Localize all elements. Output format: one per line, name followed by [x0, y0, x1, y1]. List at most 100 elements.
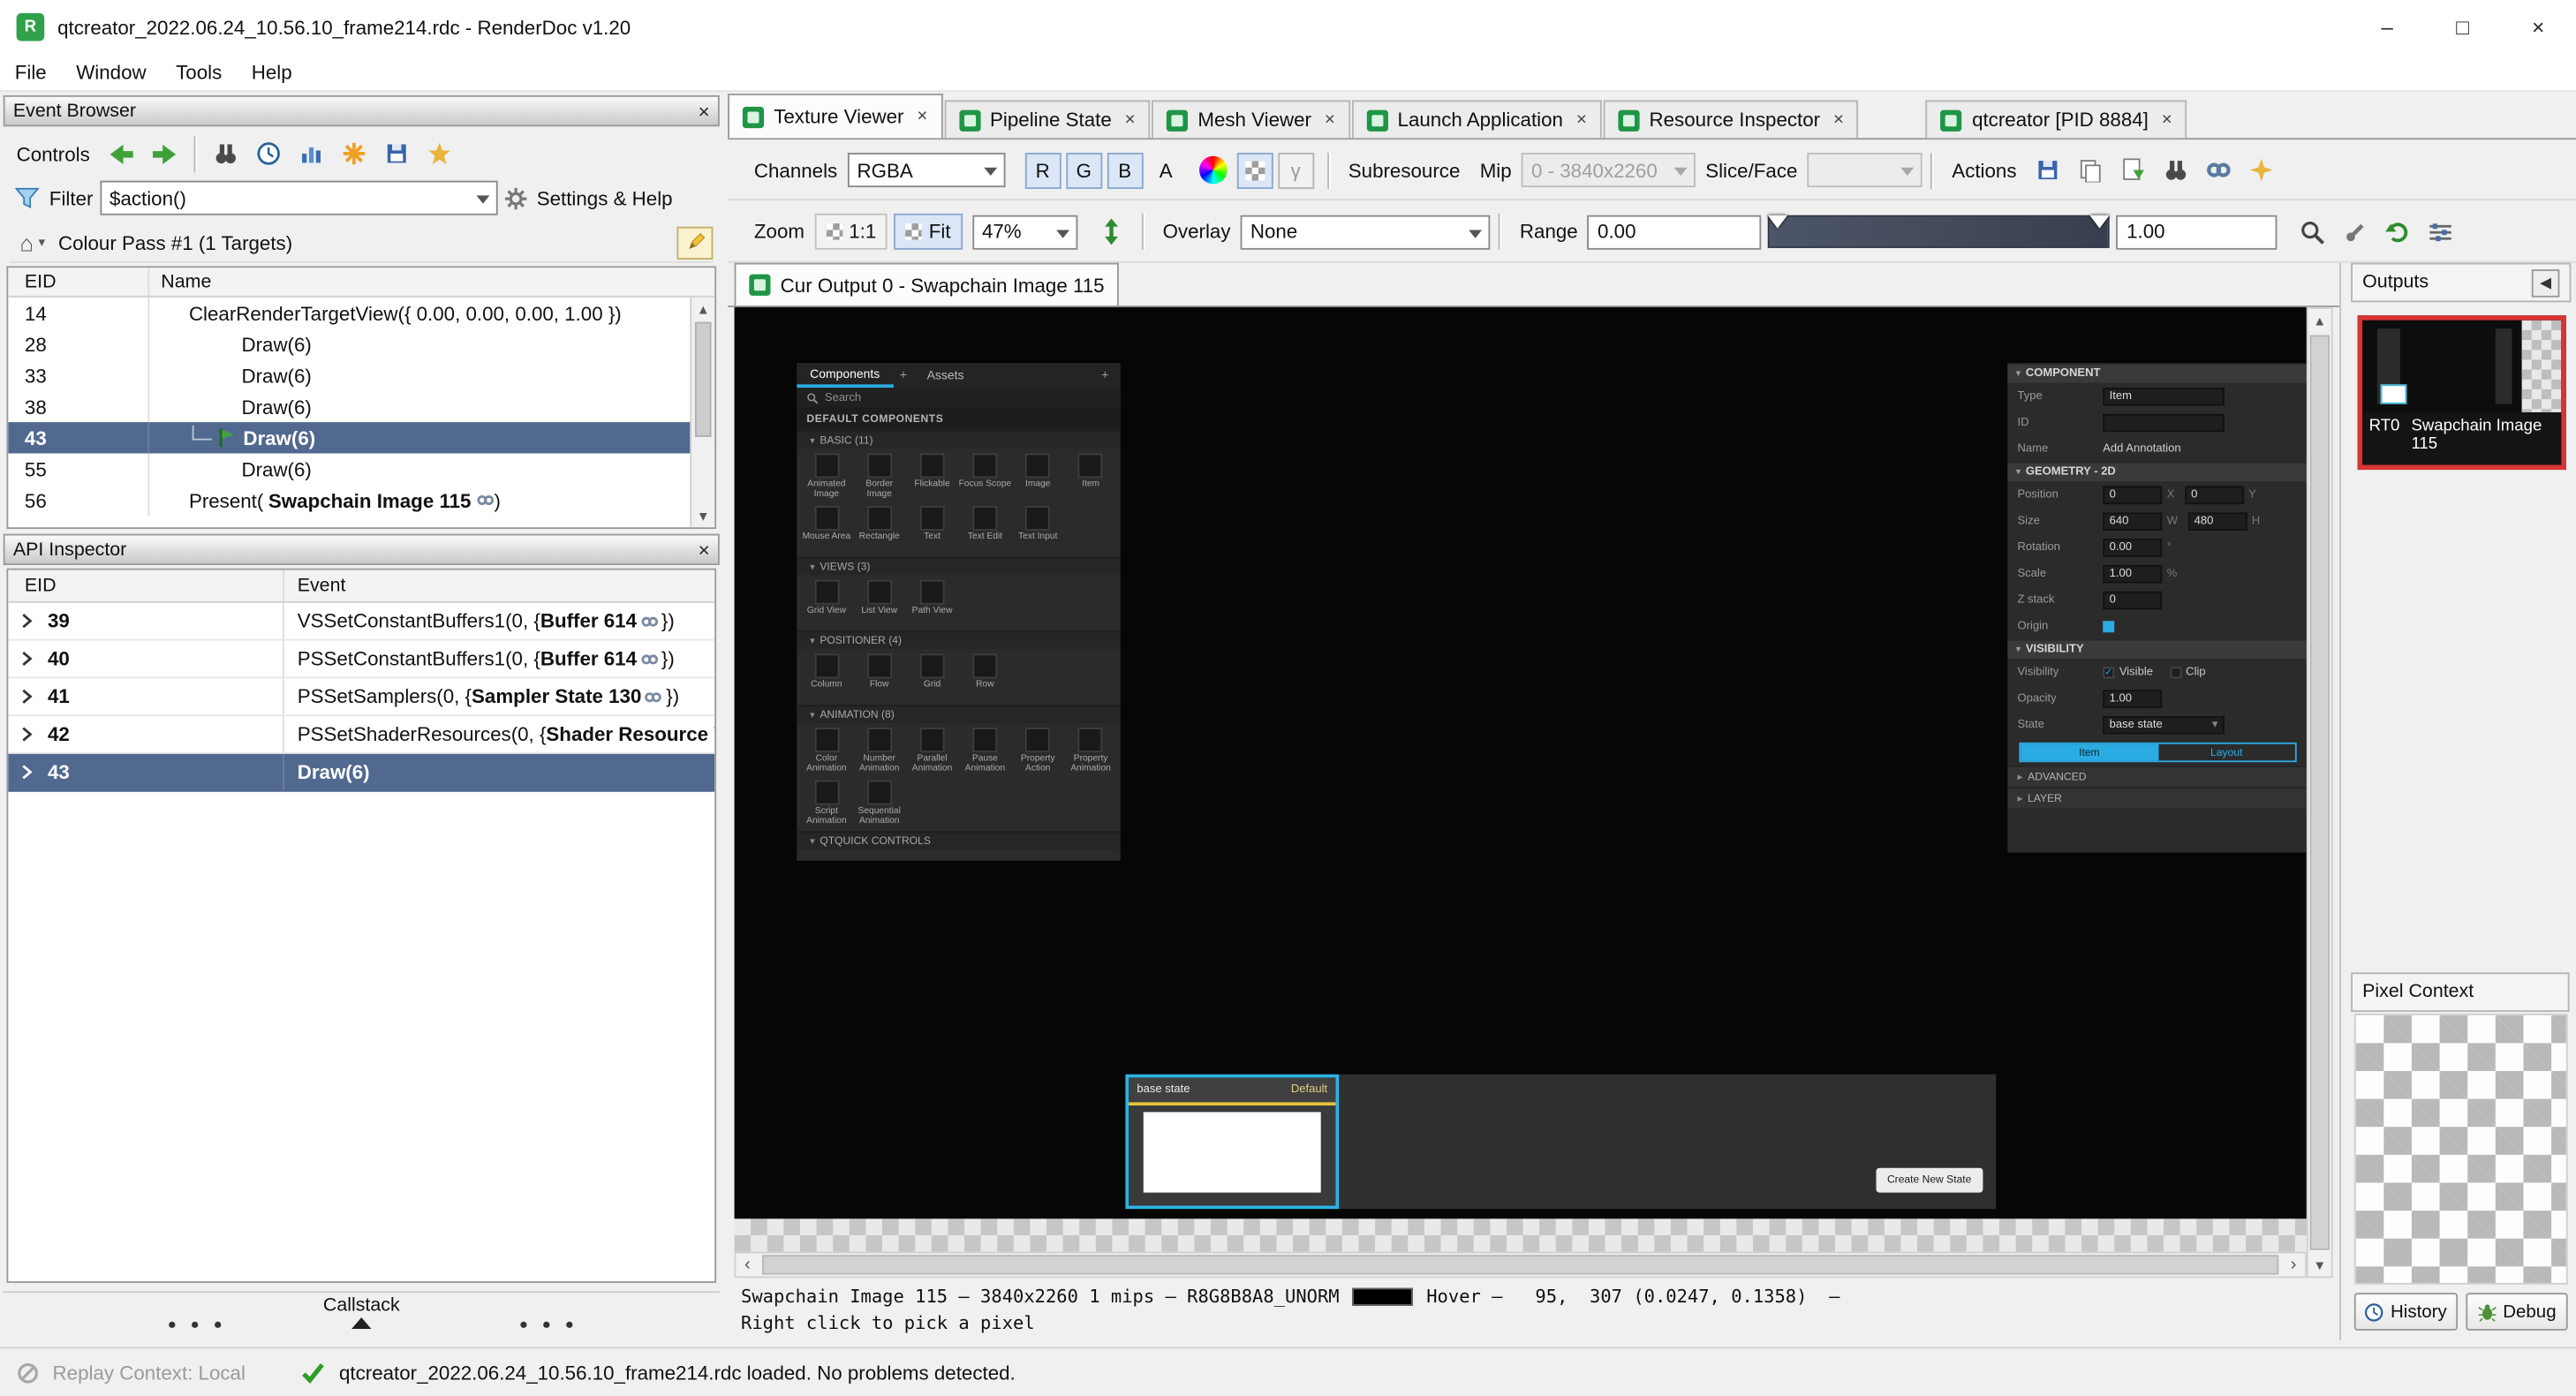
event-row[interactable]: 55 Draw(6)	[8, 453, 714, 484]
rt0-thumbnail[interactable]: RT0 Swapchain Image 115	[2358, 315, 2566, 470]
close-panel-icon[interactable]: ×	[699, 101, 710, 120]
tab-close-icon[interactable]: ×	[2162, 110, 2172, 130]
current-texture-tab[interactable]: Cur Output 0 - Swapchain Image 115	[735, 263, 1120, 306]
open-resource-link-button[interactable]	[2197, 152, 2240, 188]
close-panel-icon[interactable]: ×	[699, 540, 710, 559]
range-min-marker[interactable]	[1769, 215, 1788, 229]
tab-close-icon[interactable]: ×	[1125, 110, 1136, 130]
bookmark-button[interactable]	[333, 135, 375, 171]
save-texture-button[interactable]	[2027, 152, 2069, 188]
range-max-input[interactable]: 1.00	[2117, 215, 2278, 249]
scrollbar-thumb[interactable]	[2310, 336, 2330, 1250]
scroll-up-icon[interactable]: ▲	[691, 298, 714, 321]
api-row[interactable]: 42 PSSetShaderResources(0, { Shader Reso…	[8, 716, 714, 754]
scroll-down-icon[interactable]: ▼	[691, 504, 714, 527]
api-inspector-header[interactable]: API Inspector ×	[4, 534, 720, 565]
step-forward-button[interactable]	[142, 135, 185, 171]
pixel-context-view[interactable]	[2354, 1014, 2568, 1285]
api-row[interactable]: 40 PSSetConstantBuffers1(0, { Buffer 614…	[8, 641, 714, 679]
settings-help-link[interactable]: Settings & Help	[537, 186, 673, 209]
api-row[interactable]: 41 PSSetSamplers(0, { Sampler State 130 …	[8, 678, 714, 716]
fit-button[interactable]: Fit	[895, 214, 963, 250]
expand-up-icon[interactable]	[351, 1317, 371, 1329]
find-event-button[interactable]	[205, 135, 247, 171]
settings-gear-icon[interactable]	[497, 180, 533, 216]
alpha-background-button[interactable]	[1236, 152, 1273, 188]
tab-close-icon[interactable]: ×	[1833, 110, 1844, 130]
zoom-1to1-button[interactable]: 1:1	[814, 214, 888, 250]
event-list-scrollbar[interactable]: ▲ ▼	[690, 298, 714, 527]
range-min-input[interactable]: 0.00	[1588, 215, 1762, 249]
save-events-button[interactable]	[375, 135, 418, 171]
range-options-button[interactable]	[2419, 214, 2461, 250]
breadcrumb-caret-icon[interactable]: ▾	[39, 235, 45, 250]
menu-item[interactable]: File	[0, 56, 61, 88]
zoom-combobox[interactable]: 47%	[972, 215, 1077, 249]
close-button[interactable]: ×	[2500, 0, 2576, 54]
gamma-button[interactable]: γ	[1278, 152, 1314, 188]
vertical-scrollbar[interactable]: ▲ ▼	[2307, 307, 2333, 1278]
expand-chevron-icon[interactable]	[18, 651, 34, 668]
scrollbar-thumb[interactable]	[762, 1255, 2278, 1274]
scroll-right-icon[interactable]: ›	[2282, 1253, 2305, 1276]
scroll-up-icon[interactable]: ▲	[2313, 309, 2326, 332]
event-row[interactable]: 56 Present( Swapchain Image 115 )	[8, 485, 714, 516]
debug-button[interactable]: Debug	[2465, 1293, 2567, 1331]
breadcrumb[interactable]: Colour Pass #1 (1 Targets)	[58, 230, 292, 253]
maximize-button[interactable]: □	[2425, 0, 2501, 54]
overlay-combobox[interactable]: None	[1241, 215, 1491, 249]
tab-texture-viewer[interactable]: Texture Viewer×	[728, 94, 942, 138]
range-max-marker[interactable]	[2090, 215, 2110, 229]
column-header-event[interactable]: Event	[284, 570, 714, 601]
replay-context-status[interactable]: Replay Context: Local	[53, 1361, 246, 1384]
edit-pencil-button[interactable]	[676, 226, 713, 259]
autofit-range-button[interactable]	[2333, 214, 2376, 250]
tab-mesh-viewer[interactable]: Mesh Viewer×	[1152, 100, 1349, 138]
texture-canvas[interactable]: Components + Assets + Search DEFAULT COM…	[735, 307, 2307, 1219]
channels-combobox[interactable]: RGBA	[847, 153, 1005, 187]
tab-resource-inspector[interactable]: Resource Inspector×	[1603, 100, 1858, 138]
expand-chevron-icon[interactable]	[18, 688, 34, 705]
channel-r-button[interactable]: R	[1024, 152, 1061, 188]
event-row[interactable]: 33 Draw(6)	[8, 359, 714, 390]
tab-pipeline-state[interactable]: Pipeline State×	[944, 100, 1150, 138]
expand-chevron-icon[interactable]	[18, 764, 34, 781]
menu-item[interactable]: Tools	[161, 56, 237, 88]
column-header-eid[interactable]: EID	[8, 268, 149, 296]
colorwheel-icon[interactable]	[1198, 156, 1227, 185]
custom-shader-button[interactable]	[2240, 152, 2283, 188]
tab-close-icon[interactable]: ×	[917, 107, 927, 126]
collapse-outputs-button[interactable]: ◀	[2532, 268, 2560, 297]
channel-b-button[interactable]: B	[1107, 152, 1143, 188]
column-header-eid[interactable]: EID	[8, 570, 284, 601]
menu-item[interactable]: Help	[237, 56, 306, 88]
tab-close-icon[interactable]: ×	[1576, 110, 1587, 130]
zoom-range-button[interactable]	[2291, 214, 2333, 250]
home-icon[interactable]: ⌂	[19, 230, 34, 256]
api-row[interactable]: 39 VSSetConstantBuffers1(0, { Buffer 614…	[8, 603, 714, 641]
reset-range-button[interactable]	[2376, 214, 2419, 250]
goto-resource-button[interactable]	[2155, 152, 2197, 188]
event-row[interactable]: 14 ClearRenderTargetView({ 0.00, 0.00, 0…	[8, 298, 714, 328]
column-header-name[interactable]: Name	[149, 268, 714, 296]
event-row[interactable]: 28 Draw(6)	[8, 328, 714, 359]
channel-g-button[interactable]: G	[1066, 152, 1102, 188]
timeline-button[interactable]	[247, 135, 290, 171]
event-browser-header[interactable]: Event Browser ×	[4, 95, 720, 126]
callstack-splitter[interactable]: ● ● ● Callstack ● ● ●	[4, 1291, 720, 1333]
range-histogram[interactable]	[1769, 215, 2111, 248]
menu-item[interactable]: Window	[61, 56, 161, 88]
tab-close-icon[interactable]: ×	[1325, 110, 1335, 130]
durations-button[interactable]	[291, 135, 333, 171]
minimize-button[interactable]: –	[2349, 0, 2425, 54]
event-row-selected[interactable]: 43 Draw(6)	[8, 422, 714, 453]
scrollbar-thumb[interactable]	[695, 322, 712, 437]
scroll-down-icon[interactable]: ▼	[2313, 1253, 2326, 1276]
horizontal-scrollbar[interactable]: ‹ ›	[735, 1252, 2307, 1279]
flip-y-button[interactable]	[1091, 214, 1133, 250]
event-row[interactable]: 38 Draw(6)	[8, 391, 714, 422]
channel-a-button[interactable]: A	[1148, 152, 1184, 188]
expand-chevron-icon[interactable]	[18, 613, 34, 630]
tab-launch-application[interactable]: Launch Application×	[1351, 100, 1601, 138]
api-row-selected[interactable]: 43 Draw(6)	[8, 754, 714, 792]
